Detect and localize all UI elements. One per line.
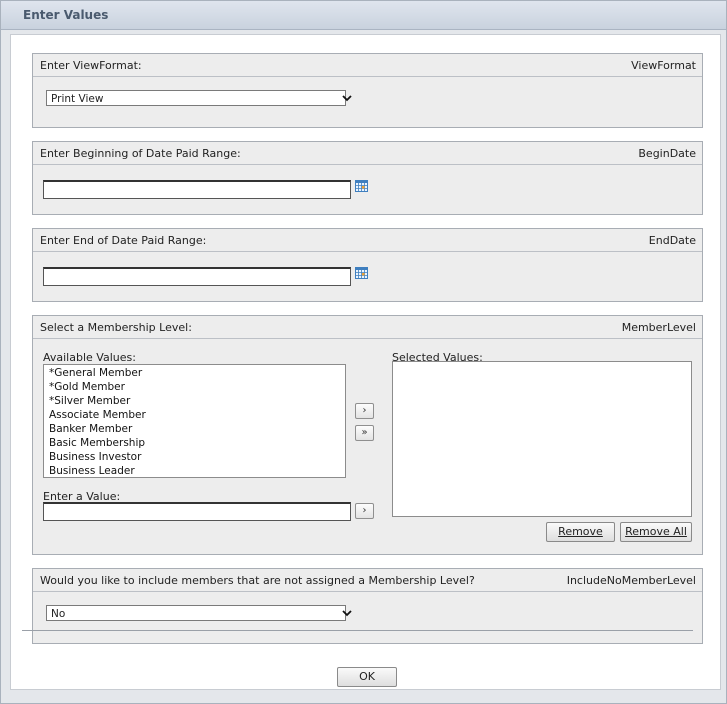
include-no-member-select[interactable]: No: [46, 605, 352, 621]
list-item[interactable]: Business Leader: [49, 465, 135, 477]
viewformat-selected-value: Print View: [51, 93, 104, 105]
list-item[interactable]: Business Investor: [49, 451, 141, 463]
include-no-member-section: Would you like to include members that a…: [32, 568, 703, 644]
remove-all-button-label: Remove All: [625, 525, 687, 538]
list-item[interactable]: Associate Member: [49, 409, 146, 421]
enter-values-dialog: Enter Values Enter ViewFormat: ViewForma…: [0, 0, 727, 704]
remove-button[interactable]: Remove: [546, 522, 615, 542]
selected-values-list[interactable]: [392, 361, 692, 517]
begindate-section: Enter Beginning of Date Paid Range: Begi…: [32, 141, 703, 215]
ok-button[interactable]: OK: [337, 667, 397, 687]
dialog-title: Enter Values: [23, 8, 109, 22]
available-values-list[interactable]: *General Member *Gold Member *Silver Mem…: [43, 364, 346, 478]
begindate-prompt: Enter Beginning of Date Paid Range:: [40, 147, 241, 160]
list-item[interactable]: Banker Member: [49, 423, 132, 435]
include-no-member-prompt: Would you like to include members that a…: [40, 574, 475, 587]
remove-all-button[interactable]: Remove All: [620, 522, 692, 542]
footer-divider: [22, 630, 693, 631]
add-entered-value-button[interactable]: ›: [355, 503, 374, 519]
available-values-label: Available Values:: [43, 351, 136, 364]
enddate-param-name: EndDate: [648, 234, 696, 247]
memberlevel-param-name: MemberLevel: [621, 321, 696, 334]
begindate-input[interactable]: [43, 180, 351, 199]
dialog-titlebar: Enter Values: [1, 1, 726, 30]
list-item[interactable]: *General Member: [49, 367, 142, 379]
dialog-content: Enter ViewFormat: ViewFormat Print View …: [10, 34, 721, 690]
remove-button-label: Remove: [558, 525, 603, 538]
begindate-param-name: BeginDate: [638, 147, 696, 160]
memberlevel-header: Select a Membership Level: MemberLevel: [33, 316, 702, 339]
include-no-member-param-name: IncludeNoMemberLevel: [566, 574, 696, 587]
calendar-icon[interactable]: [355, 180, 368, 192]
calendar-icon[interactable]: [355, 267, 368, 279]
viewformat-param-name: ViewFormat: [631, 59, 696, 72]
add-selected-button[interactable]: ›: [355, 403, 374, 419]
enddate-header: Enter End of Date Paid Range: EndDate: [33, 229, 702, 252]
viewformat-prompt: Enter ViewFormat:: [40, 59, 142, 72]
viewformat-header: Enter ViewFormat: ViewFormat: [33, 54, 702, 77]
add-all-button[interactable]: »: [355, 425, 374, 441]
begindate-header: Enter Beginning of Date Paid Range: Begi…: [33, 142, 702, 165]
enddate-prompt: Enter End of Date Paid Range:: [40, 234, 207, 247]
list-item[interactable]: *Silver Member: [49, 395, 130, 407]
enddate-input[interactable]: [43, 267, 351, 286]
enddate-section: Enter End of Date Paid Range: EndDate: [32, 228, 703, 302]
viewformat-section: Enter ViewFormat: ViewFormat Print View: [32, 53, 703, 128]
include-no-member-selected-value: No: [51, 608, 66, 620]
memberlevel-section: Select a Membership Level: MemberLevel A…: [32, 315, 703, 555]
list-item[interactable]: Basic Membership: [49, 437, 145, 449]
viewformat-select[interactable]: Print View: [46, 90, 352, 106]
memberlevel-prompt: Select a Membership Level:: [40, 321, 192, 334]
include-no-member-header: Would you like to include members that a…: [33, 569, 702, 592]
enter-value-input[interactable]: [43, 502, 351, 521]
list-item[interactable]: *Gold Member: [49, 381, 125, 393]
